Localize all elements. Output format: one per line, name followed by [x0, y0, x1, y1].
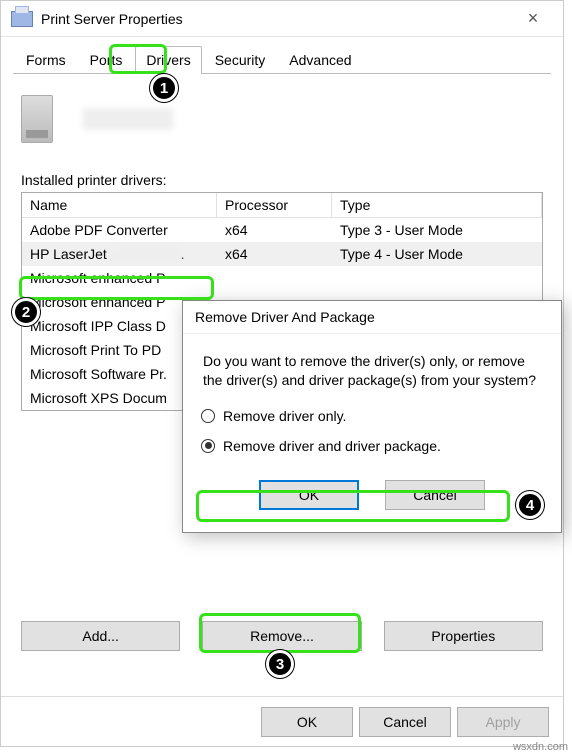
apply-button: Apply [457, 707, 549, 737]
cell-processor [217, 266, 332, 290]
radio-remove-driver-and-package[interactable]: Remove driver and driver package. [201, 438, 561, 454]
cancel-button[interactable]: Cancel [359, 707, 451, 737]
badge-1: 1 [150, 74, 178, 102]
server-name-blurred [83, 108, 173, 130]
printer-icon [11, 11, 33, 27]
cell-name: Adobe PDF Converter [22, 218, 217, 242]
cell-name: HP LaserJet . [22, 242, 217, 266]
radio-remove-driver-only[interactable]: Remove driver only. [201, 408, 561, 424]
badge-3: 3 [266, 650, 294, 678]
col-processor[interactable]: Processor [217, 193, 332, 218]
col-type[interactable]: Type [332, 193, 542, 218]
tab-security[interactable]: Security [204, 46, 277, 74]
radio-label: Remove driver and driver package. [223, 438, 441, 454]
dialog-title: Remove Driver And Package [183, 301, 561, 334]
cell-processor: x64 [217, 218, 332, 242]
remove-driver-dialog: Remove Driver And Package Do you want to… [182, 300, 562, 533]
cell-type: Type 3 - User Mode [332, 218, 542, 242]
dialog-footer: OK Cancel Apply [1, 696, 563, 746]
radio-icon [201, 439, 215, 453]
server-icon [21, 95, 53, 143]
badge-4: 4 [516, 491, 544, 519]
ok-button[interactable]: OK [261, 707, 353, 737]
grid-header: Name Processor Type [22, 193, 542, 218]
radio-icon [201, 409, 215, 423]
cell-type [332, 266, 542, 290]
titlebar: Print Server Properties × [1, 1, 563, 37]
table-row[interactable]: Microsoft enhanced P [22, 266, 542, 290]
table-row[interactable]: Adobe PDF Converterx64Type 3 - User Mode [22, 218, 542, 242]
remove-button[interactable]: Remove... [202, 621, 361, 651]
close-icon[interactable]: × [513, 8, 553, 29]
window-title: Print Server Properties [41, 11, 513, 27]
installed-drivers-label: Installed printer drivers: [21, 172, 543, 188]
tab-forms[interactable]: Forms [15, 46, 77, 74]
properties-button[interactable]: Properties [384, 621, 543, 651]
tab-ports[interactable]: Ports [79, 46, 134, 74]
dialog-cancel-button[interactable]: Cancel [385, 480, 485, 510]
dialog-ok-button[interactable]: OK [259, 480, 359, 510]
tabstrip: Forms Ports Drivers Security Advanced [1, 37, 563, 73]
driver-action-buttons: Add... Remove... Properties [1, 621, 563, 651]
watermark: wsxdn.com [513, 741, 568, 753]
cell-name: Microsoft enhanced P [22, 266, 217, 290]
tab-drivers[interactable]: Drivers [135, 46, 201, 74]
add-button[interactable]: Add... [21, 621, 180, 651]
col-name[interactable]: Name [22, 193, 217, 218]
tab-advanced[interactable]: Advanced [278, 46, 362, 74]
table-row[interactable]: HP LaserJet .x64Type 4 - User Mode [22, 242, 542, 266]
badge-2: 2 [12, 298, 40, 326]
radio-label: Remove driver only. [223, 408, 346, 424]
cell-type: Type 4 - User Mode [332, 242, 542, 266]
cell-processor: x64 [217, 242, 332, 266]
dialog-message: Do you want to remove the driver(s) only… [183, 334, 561, 394]
